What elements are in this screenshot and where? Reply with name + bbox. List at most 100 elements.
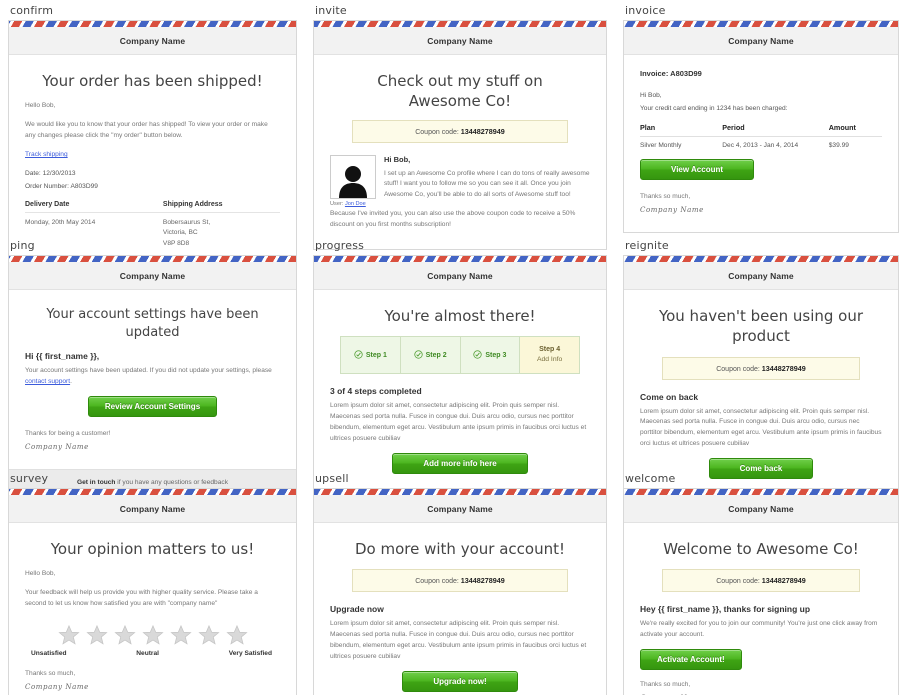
signature: Company Name	[640, 205, 704, 214]
template-cell-invoice: invoice Company Name Invoice: A803D99 Hi…	[615, 0, 907, 235]
coupon-box: Coupon code: 13448278949	[662, 356, 860, 380]
greeting-text: Hi {{ first_name }},	[25, 351, 100, 362]
track-shipping-link[interactable]: Track shipping	[25, 151, 68, 158]
scale-label-high: Very Satisfied	[228, 649, 272, 657]
template-label-upsell: upsell	[315, 472, 349, 485]
template-cell-reignite: reignite Company Name You haven't been u…	[615, 235, 907, 498]
view-account-button[interactable]: View Account	[640, 158, 755, 180]
star-icon[interactable]	[85, 624, 108, 646]
page-title: Welcome to Awesome Co!	[663, 540, 859, 558]
invoice-heading: Invoice: A803D99	[640, 69, 882, 78]
brand-header: Company Name	[624, 262, 898, 290]
star-icon[interactable]	[141, 624, 164, 646]
email-preview-reignite: Company Name You haven't been using our …	[623, 255, 899, 498]
email-preview-invoice: Company Name Invoice: A803D99 Hi Bob, Yo…	[623, 20, 899, 233]
order-number: Order Number: A803D99	[25, 182, 98, 190]
step-sublabel: Add Info	[536, 356, 563, 364]
progress-stepper: Step 1 Step 2 Step 3 Step 4 Add Info	[340, 336, 580, 375]
section-subtitle: Come on back	[640, 391, 699, 402]
coupon-code: 13448278949	[460, 126, 505, 136]
template-cell-progress: progress Company Name You're almost ther…	[305, 235, 615, 493]
greeting-text: Hello Bob,	[25, 102, 56, 110]
template-cell-survey: survey Company Name Your opinion matters…	[0, 468, 305, 695]
body-paragraph: I set up an Awesome Co profile where I c…	[384, 169, 590, 199]
company-name: Company Name	[427, 36, 493, 46]
body-paragraph: Lorem ipsum dolor sit amet, consectetur …	[330, 620, 587, 660]
invoice-label: Invoice:	[640, 69, 669, 78]
closing-text: Thanks so much,	[640, 192, 691, 200]
page-title: Check out my stuff on Awesome Co!	[330, 71, 590, 112]
company-name: Company Name	[427, 504, 493, 514]
email-template-gallery: confirm Company Name Your order has been…	[0, 0, 907, 695]
brand-header: Company Name	[314, 495, 606, 523]
cell-plan: Silver Monthly	[640, 141, 682, 149]
step-item-3[interactable]: Step 3	[460, 337, 521, 374]
table-row: Silver Monthly Dec 4, 2013 - Jan 4, 2014…	[640, 136, 882, 149]
signature: Company Name	[25, 682, 89, 691]
brand-header: Company Name	[314, 262, 606, 290]
cell-amount: $39.99	[828, 141, 849, 149]
body-paragraph: Your credit card ending in 1234 has been…	[640, 104, 788, 112]
coupon-box: Coupon code: 13448278949	[352, 119, 568, 143]
body-paragraph: Lorem ipsum dolor sit amet, consectetur …	[330, 402, 587, 442]
closing-text: Thanks for being a customer!	[25, 429, 111, 437]
scale-label-low: Unsatisfied	[31, 649, 67, 657]
upgrade-now-button[interactable]: Upgrade now!	[402, 670, 518, 692]
step-label: Step 2	[425, 351, 447, 359]
col-header-delivery-date: Delivery Date	[25, 200, 163, 213]
coupon-box: Coupon code: 13448278949	[352, 569, 568, 593]
cell-period: Dec 4, 2013 - Jan 4, 2014	[722, 141, 799, 149]
company-name: Company Name	[119, 271, 186, 281]
body-paragraph: Your account settings have been updated.…	[25, 366, 280, 388]
coupon-label: Coupon code:	[415, 578, 459, 586]
star-rating[interactable]	[25, 624, 280, 646]
avatar-block: User: Jon Doe	[330, 154, 376, 207]
order-date: Date: 12/30/2013	[25, 169, 76, 177]
title-line-1: Check out my stuff on	[377, 72, 543, 90]
section-subtitle: Hey {{ first_name }}, thanks for signing…	[640, 604, 811, 615]
template-label-invite: invite	[315, 4, 347, 17]
greeting-text: Hi Bob,	[384, 154, 411, 164]
step-item-2[interactable]: Step 2	[400, 337, 461, 374]
body-paragraph-secondary: Because I've invited you, you can also u…	[330, 210, 576, 228]
email-preview-invite: Company Name Check out my stuff on Aweso…	[313, 20, 607, 250]
page-title: Your order has been shipped!	[42, 72, 263, 90]
brand-header: Company Name	[624, 27, 898, 55]
body-paragraph: We're really excited for you to join our…	[640, 620, 878, 639]
contact-support-link[interactable]: contact support	[25, 378, 70, 385]
greeting-text: Hello Bob,	[25, 570, 56, 578]
brand-header: Company Name	[314, 27, 606, 55]
col-header-amount: Amount	[828, 122, 882, 137]
closing-text: Thanks so much,	[25, 669, 76, 677]
activate-account-button[interactable]: Activate Account!	[640, 649, 742, 670]
template-cell-confirm: confirm Company Name Your order has been…	[0, 0, 305, 269]
scale-label-mid: Neutral	[136, 649, 159, 657]
company-name: Company Name	[119, 504, 186, 514]
step-label: Step 1	[365, 351, 387, 359]
template-label-survey: survey	[10, 472, 49, 485]
col-header-plan: Plan	[640, 122, 723, 137]
step-label: Step 3	[485, 351, 507, 359]
greeting-text: Hi Bob,	[640, 92, 662, 99]
star-icon[interactable]	[57, 624, 80, 646]
invoice-number: A803D99	[670, 69, 702, 78]
template-cell-ping: ping Company Name Your account settings …	[0, 235, 305, 496]
step-item-1[interactable]: Step 1	[341, 337, 401, 374]
step-item-4[interactable]: Step 4 Add Info	[520, 337, 579, 374]
review-account-settings-button[interactable]: Review Account Settings	[87, 395, 218, 417]
table-header-row: Plan Period Amount	[640, 122, 882, 137]
template-cell-welcome: welcome Company Name Welcome to Awesome …	[615, 468, 907, 695]
star-icon[interactable]	[169, 624, 192, 646]
star-icon[interactable]	[113, 624, 136, 646]
closing-text: Thanks so much,	[640, 681, 691, 688]
coupon-label: Coupon code:	[716, 578, 760, 586]
brand-header: Company Name	[9, 27, 296, 55]
company-name: Company Name	[119, 36, 186, 46]
star-icon[interactable]	[225, 624, 248, 646]
address-line-1: Bobersaurus St,	[162, 218, 211, 226]
col-header-shipping-address: Shipping Address	[162, 200, 280, 213]
email-preview-welcome: Company Name Welcome to Awesome Co! Coup…	[623, 488, 899, 695]
user-silhouette-icon	[339, 165, 367, 198]
avatar-user-link[interactable]: Jon Doe	[345, 201, 366, 207]
star-icon[interactable]	[197, 624, 220, 646]
